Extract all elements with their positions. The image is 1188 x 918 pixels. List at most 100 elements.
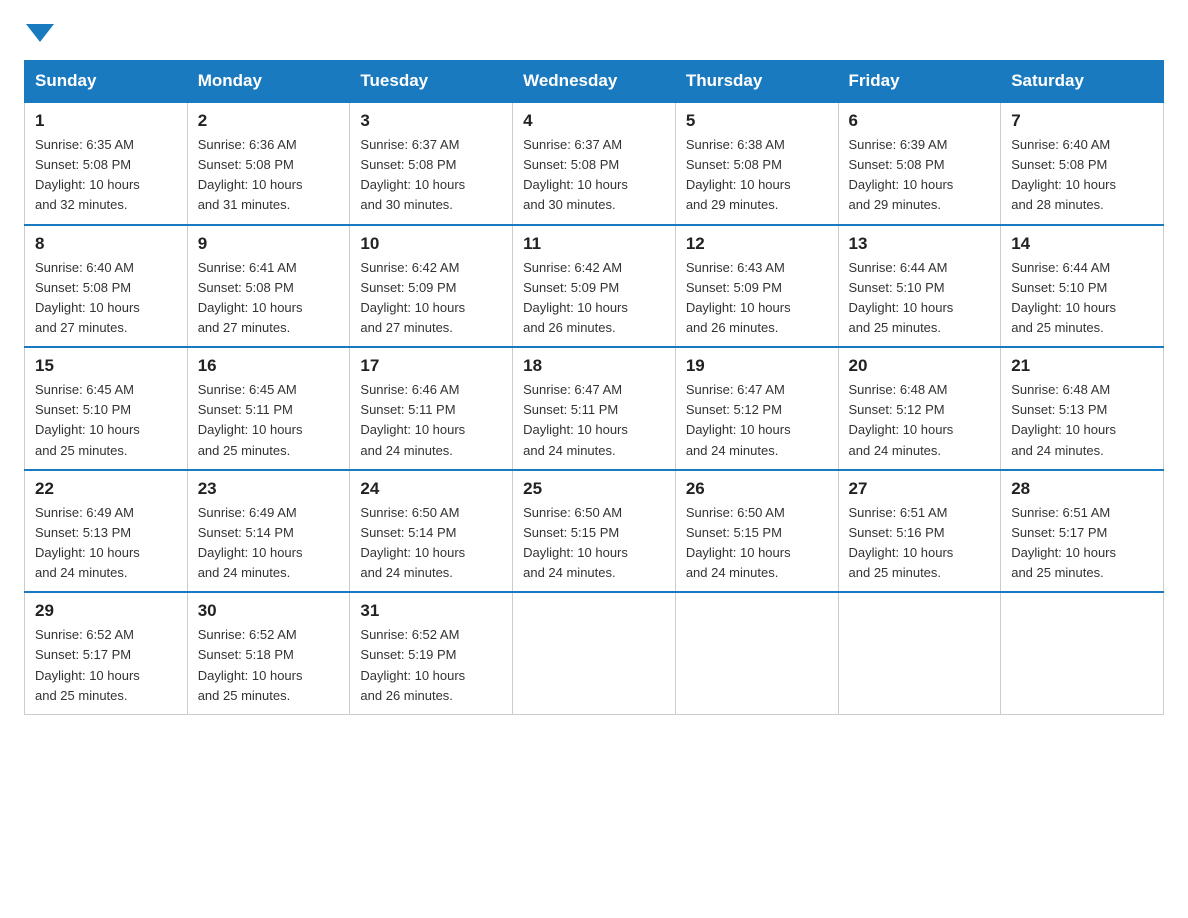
day-number-21: 21 [1011, 356, 1153, 376]
empty-cell [513, 592, 676, 714]
empty-cell [1001, 592, 1164, 714]
day-cell-23: 23 Sunrise: 6:49 AMSunset: 5:14 PMDayligh… [187, 470, 350, 593]
day-number-11: 11 [523, 234, 665, 254]
day-info-8: Sunrise: 6:40 AMSunset: 5:08 PMDaylight:… [35, 258, 177, 339]
day-cell-8: 8 Sunrise: 6:40 AMSunset: 5:08 PMDaylight… [25, 225, 188, 348]
day-number-2: 2 [198, 111, 340, 131]
day-cell-16: 16 Sunrise: 6:45 AMSunset: 5:11 PMDayligh… [187, 347, 350, 470]
col-header-thursday: Thursday [675, 61, 838, 103]
day-info-10: Sunrise: 6:42 AMSunset: 5:09 PMDaylight:… [360, 258, 502, 339]
day-info-23: Sunrise: 6:49 AMSunset: 5:14 PMDaylight:… [198, 503, 340, 584]
day-info-24: Sunrise: 6:50 AMSunset: 5:14 PMDaylight:… [360, 503, 502, 584]
day-number-13: 13 [849, 234, 991, 254]
day-cell-7: 7Sunrise: 6:40 AMSunset: 5:08 PMDaylight… [1001, 102, 1164, 225]
day-number-29: 29 [35, 601, 177, 621]
day-cell-26: 26 Sunrise: 6:50 AMSunset: 5:15 PMDayligh… [675, 470, 838, 593]
day-cell-25: 25 Sunrise: 6:50 AMSunset: 5:15 PMDayligh… [513, 470, 676, 593]
day-info-25: Sunrise: 6:50 AMSunset: 5:15 PMDaylight:… [523, 503, 665, 584]
day-cell-4: 4 Sunrise: 6:37 AMSunset: 5:08 PMDaylight… [513, 102, 676, 225]
day-info-9: Sunrise: 6:41 AMSunset: 5:08 PMDaylight:… [198, 258, 340, 339]
day-number-30: 30 [198, 601, 340, 621]
day-info-18: Sunrise: 6:47 AMSunset: 5:11 PMDaylight:… [523, 380, 665, 461]
day-cell-18: 18Sunrise: 6:47 AMSunset: 5:11 PMDayligh… [513, 347, 676, 470]
day-info-3: Sunrise: 6:37 AMSunset: 5:08 PMDaylight:… [360, 135, 502, 216]
day-cell-29: 29 Sunrise: 6:52 AMSunset: 5:17 PMDayligh… [25, 592, 188, 714]
day-number-25: 25 [523, 479, 665, 499]
calendar-week-5: 29 Sunrise: 6:52 AMSunset: 5:17 PMDayligh… [25, 592, 1164, 714]
day-number-22: 22 [35, 479, 177, 499]
day-number-26: 26 [686, 479, 828, 499]
col-header-tuesday: Tuesday [350, 61, 513, 103]
day-number-23: 23 [198, 479, 340, 499]
day-info-7: Sunrise: 6:40 AMSunset: 5:08 PMDaylight:… [1011, 135, 1153, 216]
day-number-14: 14 [1011, 234, 1153, 254]
day-cell-9: 9 Sunrise: 6:41 AMSunset: 5:08 PMDaylight… [187, 225, 350, 348]
day-number-15: 15 [35, 356, 177, 376]
day-number-27: 27 [849, 479, 991, 499]
day-number-1: 1 [35, 111, 177, 131]
calendar-week-4: 22 Sunrise: 6:49 AMSunset: 5:13 PMDayligh… [25, 470, 1164, 593]
day-number-3: 3 [360, 111, 502, 131]
col-header-sunday: Sunday [25, 61, 188, 103]
day-info-22: Sunrise: 6:49 AMSunset: 5:13 PMDaylight:… [35, 503, 177, 584]
day-info-13: Sunrise: 6:44 AMSunset: 5:10 PMDaylight:… [849, 258, 991, 339]
empty-cell [675, 592, 838, 714]
day-cell-17: 17 Sunrise: 6:46 AMSunset: 5:11 PMDayligh… [350, 347, 513, 470]
day-info-16: Sunrise: 6:45 AMSunset: 5:11 PMDaylight:… [198, 380, 340, 461]
col-header-saturday: Saturday [1001, 61, 1164, 103]
day-info-4: Sunrise: 6:37 AMSunset: 5:08 PMDaylight:… [523, 135, 665, 216]
day-number-9: 9 [198, 234, 340, 254]
day-info-15: Sunrise: 6:45 AMSunset: 5:10 PMDaylight:… [35, 380, 177, 461]
day-info-26: Sunrise: 6:50 AMSunset: 5:15 PMDaylight:… [686, 503, 828, 584]
logo-triangle-icon [26, 24, 54, 42]
day-number-31: 31 [360, 601, 502, 621]
day-info-31: Sunrise: 6:52 AMSunset: 5:19 PMDaylight:… [360, 625, 502, 706]
day-cell-6: 6Sunrise: 6:39 AMSunset: 5:08 PMDaylight… [838, 102, 1001, 225]
day-number-17: 17 [360, 356, 502, 376]
day-info-19: Sunrise: 6:47 AMSunset: 5:12 PMDaylight:… [686, 380, 828, 461]
day-number-4: 4 [523, 111, 665, 131]
empty-cell [838, 592, 1001, 714]
day-cell-10: 10Sunrise: 6:42 AMSunset: 5:09 PMDayligh… [350, 225, 513, 348]
day-number-8: 8 [35, 234, 177, 254]
day-info-11: Sunrise: 6:42 AMSunset: 5:09 PMDaylight:… [523, 258, 665, 339]
day-cell-19: 19 Sunrise: 6:47 AMSunset: 5:12 PMDayligh… [675, 347, 838, 470]
day-cell-21: 21 Sunrise: 6:48 AMSunset: 5:13 PMDayligh… [1001, 347, 1164, 470]
col-header-monday: Monday [187, 61, 350, 103]
day-cell-14: 14Sunrise: 6:44 AMSunset: 5:10 PMDayligh… [1001, 225, 1164, 348]
day-cell-24: 24 Sunrise: 6:50 AMSunset: 5:14 PMDayligh… [350, 470, 513, 593]
day-cell-22: 22 Sunrise: 6:49 AMSunset: 5:13 PMDayligh… [25, 470, 188, 593]
day-info-29: Sunrise: 6:52 AMSunset: 5:17 PMDaylight:… [35, 625, 177, 706]
day-number-16: 16 [198, 356, 340, 376]
day-number-5: 5 [686, 111, 828, 131]
day-cell-11: 11 Sunrise: 6:42 AMSunset: 5:09 PMDayligh… [513, 225, 676, 348]
day-cell-3: 3 Sunrise: 6:37 AMSunset: 5:08 PMDaylight… [350, 102, 513, 225]
day-info-30: Sunrise: 6:52 AMSunset: 5:18 PMDaylight:… [198, 625, 340, 706]
day-number-24: 24 [360, 479, 502, 499]
page-header [24, 24, 1164, 42]
day-info-12: Sunrise: 6:43 AMSunset: 5:09 PMDaylight:… [686, 258, 828, 339]
day-cell-13: 13 Sunrise: 6:44 AMSunset: 5:10 PMDayligh… [838, 225, 1001, 348]
day-info-20: Sunrise: 6:48 AMSunset: 5:12 PMDaylight:… [849, 380, 991, 461]
day-info-17: Sunrise: 6:46 AMSunset: 5:11 PMDaylight:… [360, 380, 502, 461]
day-number-28: 28 [1011, 479, 1153, 499]
day-info-27: Sunrise: 6:51 AMSunset: 5:16 PMDaylight:… [849, 503, 991, 584]
day-cell-5: 5 Sunrise: 6:38 AMSunset: 5:08 PMDaylight… [675, 102, 838, 225]
day-cell-28: 28 Sunrise: 6:51 AMSunset: 5:17 PMDayligh… [1001, 470, 1164, 593]
day-cell-1: 1 Sunrise: 6:35 AMSunset: 5:08 PMDaylight… [25, 102, 188, 225]
day-cell-2: 2 Sunrise: 6:36 AMSunset: 5:08 PMDaylight… [187, 102, 350, 225]
day-info-1: Sunrise: 6:35 AMSunset: 5:08 PMDaylight:… [35, 135, 177, 216]
day-number-19: 19 [686, 356, 828, 376]
day-info-5: Sunrise: 6:38 AMSunset: 5:08 PMDaylight:… [686, 135, 828, 216]
day-info-6: Sunrise: 6:39 AMSunset: 5:08 PMDaylight:… [849, 135, 991, 216]
logo [24, 24, 56, 42]
day-cell-30: 30 Sunrise: 6:52 AMSunset: 5:18 PMDayligh… [187, 592, 350, 714]
calendar-header-row: SundayMondayTuesdayWednesdayThursdayFrid… [25, 61, 1164, 103]
day-info-21: Sunrise: 6:48 AMSunset: 5:13 PMDaylight:… [1011, 380, 1153, 461]
day-cell-27: 27 Sunrise: 6:51 AMSunset: 5:16 PMDayligh… [838, 470, 1001, 593]
day-cell-31: 31 Sunrise: 6:52 AMSunset: 5:19 PMDayligh… [350, 592, 513, 714]
calendar-table: SundayMondayTuesdayWednesdayThursdayFrid… [24, 60, 1164, 715]
day-info-28: Sunrise: 6:51 AMSunset: 5:17 PMDaylight:… [1011, 503, 1153, 584]
calendar-week-1: 1 Sunrise: 6:35 AMSunset: 5:08 PMDaylight… [25, 102, 1164, 225]
day-info-2: Sunrise: 6:36 AMSunset: 5:08 PMDaylight:… [198, 135, 340, 216]
